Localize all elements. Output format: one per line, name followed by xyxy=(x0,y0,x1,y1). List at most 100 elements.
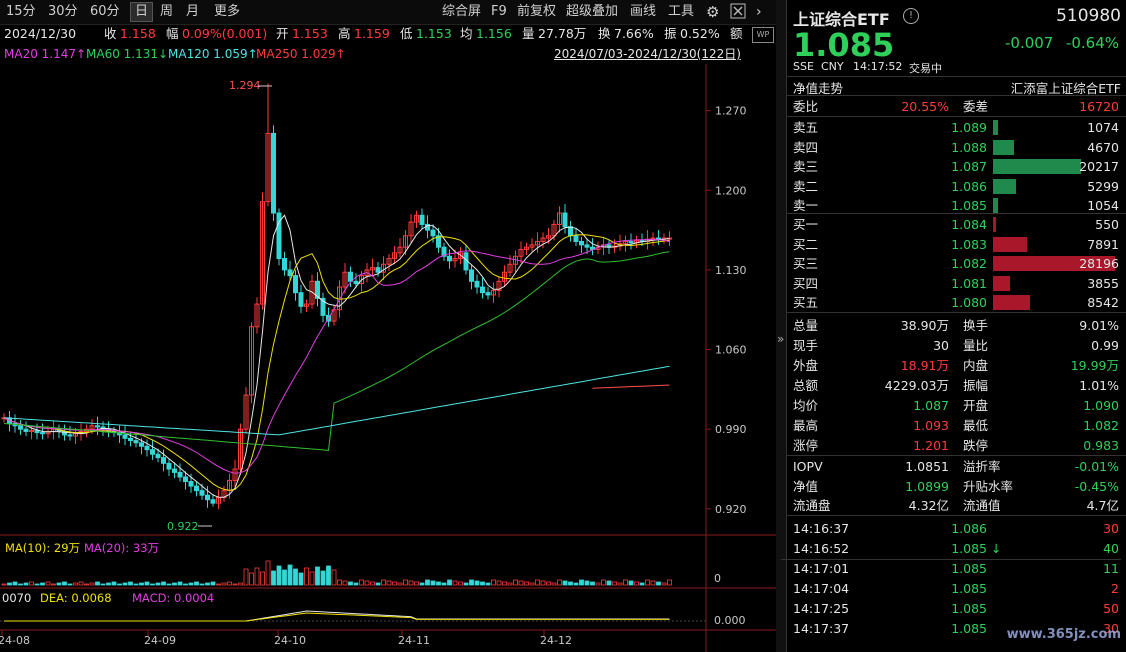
close-value: 1.158 xyxy=(120,26,156,41)
candle-body xyxy=(447,255,452,262)
price-tick-label: 1.130 xyxy=(715,264,747,277)
order-book-row[interactable]: 买三 1.082 28196 xyxy=(793,254,1119,273)
panel-splitter[interactable]: » xyxy=(776,0,786,652)
stat-value: 1.0899 xyxy=(905,478,949,494)
volume-bar xyxy=(161,581,166,586)
volume-bar xyxy=(639,582,645,586)
stat-row: 最高 1.093 最低 1.082 xyxy=(793,416,1119,435)
open-label: 开 xyxy=(276,26,289,41)
volume-bar xyxy=(612,581,617,586)
candle-body xyxy=(166,462,172,470)
candle-body xyxy=(298,292,304,307)
volume-bar xyxy=(188,582,194,586)
info-icon[interactable]: ! xyxy=(903,8,919,24)
weicha-label: 委差 xyxy=(963,99,989,114)
order-volume: 20217 xyxy=(1079,159,1119,174)
collapse-arrow-icon[interactable]: » xyxy=(777,332,784,346)
composite-screen-button[interactable]: 综合屏 xyxy=(442,3,481,21)
timeframe-more[interactable]: 更多 xyxy=(210,3,244,21)
stat-row: 净值 1.0899 升贴水率 -0.45% xyxy=(793,477,1119,496)
gear-icon[interactable]: ⚙ xyxy=(706,3,719,21)
order-book-row[interactable]: 买四 1.081 3855 xyxy=(793,274,1119,293)
period-label[interactable]: 2024/07/03-2024/12/30(122日) xyxy=(554,46,741,62)
volume-bar xyxy=(348,581,353,586)
stat-row: IOPV 1.0851 溢折率 -0.01% xyxy=(793,457,1119,476)
candle-body xyxy=(282,258,287,271)
volume-bar xyxy=(287,564,293,586)
tick-qty: 11 xyxy=(1103,561,1119,576)
price-tick-label: 0.920 xyxy=(715,503,747,516)
volume-bar xyxy=(584,580,590,586)
volume-bar xyxy=(304,567,309,586)
f9-button[interactable]: F9 xyxy=(491,3,507,21)
macd-value-label: MACD: 0.0004 xyxy=(132,591,214,605)
kline-chart[interactable]: 1.270 1.200 1.130 1.060 0.990 0.920 1.294 0.922… xyxy=(0,62,776,652)
candle-body xyxy=(469,269,474,282)
timeframe-month[interactable]: 月 xyxy=(182,3,203,21)
volume-bar xyxy=(29,581,34,586)
order-level-label: 买四 xyxy=(793,275,819,291)
quote-panel: 上证综合ETF ! 510980 1.085 -0.007 -0.64% SSE… xyxy=(781,0,1126,652)
volume-bar xyxy=(7,582,12,586)
order-book-row[interactable]: 买五 1.080 8542 xyxy=(793,293,1119,312)
order-book-row[interactable]: 卖三 1.087 20217 xyxy=(793,157,1119,176)
timeframe-60min[interactable]: 60分 xyxy=(86,3,124,21)
tick-time: 14:17:37 xyxy=(793,621,850,636)
forward-adjust-button[interactable]: 前复权 xyxy=(517,3,556,21)
vol-ma20-label: MA(20): 33万 xyxy=(84,541,159,555)
tools-button[interactable]: 工具 xyxy=(668,3,694,21)
market-label: SSE xyxy=(793,60,814,73)
order-price: 1.089 xyxy=(951,120,987,135)
order-price: 1.084 xyxy=(951,217,987,232)
stat-label: 总量 xyxy=(793,318,819,333)
stat-row: 总量 38.90万 换手 9.01% xyxy=(793,316,1119,335)
volume-bar xyxy=(463,582,469,586)
wp-icon[interactable]: WP xyxy=(752,27,774,43)
volume-bar xyxy=(150,583,155,586)
vol-ma10-label: MA(10): 29万 xyxy=(5,541,80,555)
candle-body xyxy=(480,286,485,294)
volume-bar xyxy=(579,579,584,586)
tick-time: 14:16:37 xyxy=(793,521,850,536)
stat-value: -0.45% xyxy=(1074,478,1119,494)
tick-price: 1.086 xyxy=(951,521,987,536)
volume-bar xyxy=(243,568,249,586)
timeframe-30min[interactable]: 30分 xyxy=(44,3,82,21)
close-icon[interactable] xyxy=(730,3,746,21)
stat-value: 4229.03万 xyxy=(884,378,949,393)
volume-bar xyxy=(496,580,502,586)
timeframe-week[interactable]: 周 xyxy=(156,3,177,21)
volume-bar xyxy=(45,581,51,586)
volume-bar xyxy=(282,569,287,586)
order-volume-bar xyxy=(993,295,1030,310)
order-volume-bar xyxy=(993,236,1028,252)
order-volume: 3855 xyxy=(1087,275,1119,291)
timeframe-15min[interactable]: 15分 xyxy=(2,3,40,21)
stat-label: 换手 xyxy=(963,318,989,333)
close-label: 收 xyxy=(104,26,117,41)
tick-price: 1.085 xyxy=(951,541,987,556)
volume-bar xyxy=(540,580,546,586)
expand-icon[interactable]: › xyxy=(756,3,762,21)
order-book-row[interactable]: 卖五 1.089 1074 xyxy=(793,118,1119,137)
order-book-row[interactable]: 买一 1.084 550 xyxy=(793,215,1119,234)
timeframe-day[interactable]: 日 xyxy=(130,2,154,22)
tick-row: 14:17:01 1.085 11 xyxy=(793,559,1119,578)
volume-bar xyxy=(370,581,375,586)
draw-line-button[interactable]: 画线 xyxy=(630,3,656,21)
ma60-label: MA60 1.131↓ xyxy=(86,47,169,61)
order-volume: 7891 xyxy=(1087,236,1119,252)
super-overlay-button[interactable]: 超级叠加 xyxy=(566,3,618,21)
ma60-line xyxy=(3,251,670,451)
candle-body xyxy=(95,425,100,428)
order-book-row[interactable]: 买二 1.083 7891 xyxy=(793,235,1119,254)
order-price: 1.086 xyxy=(951,178,987,194)
ma250-line xyxy=(592,384,670,389)
order-book-row[interactable]: 卖四 1.088 4670 xyxy=(793,138,1119,157)
candle-body xyxy=(348,271,353,282)
x-tick-label: 24-11 xyxy=(398,634,430,647)
weicha-value: 16720 xyxy=(1079,99,1119,114)
stat-label: 现手 xyxy=(793,338,819,353)
order-book-row[interactable]: 卖二 1.086 5299 xyxy=(793,177,1119,196)
open-value: 1.153 xyxy=(292,26,328,41)
